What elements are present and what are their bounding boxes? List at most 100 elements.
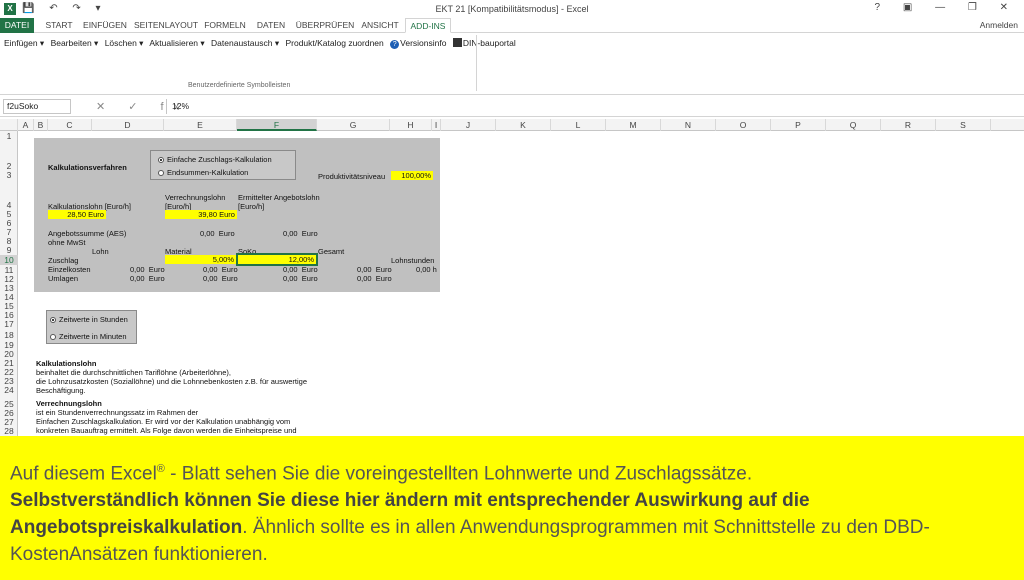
caption-part: - Blatt sehen Sie die voreingestellten L… (164, 463, 753, 485)
formula-bar: f2uSoko ✕ ✓ fx 12% (0, 97, 1024, 117)
einzelkosten-lohn: 0,00 Euro (130, 265, 165, 274)
col-header[interactable]: M (606, 119, 661, 131)
radio-endsummenkalkulation[interactable]: Endsummen-Kalkulation (158, 168, 248, 177)
radio-selected-icon (158, 157, 164, 163)
select-all[interactable] (0, 119, 18, 131)
col-header[interactable]: N (661, 119, 716, 131)
tab-add-ins[interactable]: ADD-INS (405, 18, 451, 33)
note-line: Einfachen Zuschlagskalkulation. Er wird … (36, 417, 291, 426)
bearbeiten-menu[interactable]: Bearbeiten ▾ (51, 38, 99, 48)
col-header[interactable]: B (34, 119, 48, 131)
ribbon-separator (476, 35, 477, 91)
row-header[interactable]: 28 (0, 426, 18, 436)
unit: Euro (301, 229, 318, 238)
tab-formeln[interactable]: FORMELN (203, 18, 247, 33)
note-line: konkreten Bauauftrag ermittelt. Als Folg… (36, 426, 297, 435)
loeschen-menu[interactable]: Löschen ▾ (105, 38, 144, 48)
row-header[interactable]: 18 (0, 330, 18, 340)
unit: Euro (148, 274, 165, 283)
radio-zuschlagskalkulation[interactable]: Einfache Zuschlags-Kalkulation (158, 155, 272, 164)
col-header[interactable]: L (551, 119, 606, 131)
col-header[interactable]: Q (826, 119, 881, 131)
amount: 0,00 (130, 265, 145, 274)
einzelkosten-gesamt: 0,00 Euro (357, 265, 392, 274)
radio-label: Zeitwerte in Minuten (59, 332, 127, 341)
col-header[interactable]: R (881, 119, 936, 131)
col-header[interactable]: S (936, 119, 991, 131)
row-header[interactable]: 3 (0, 170, 18, 180)
col-header[interactable]: I (432, 119, 441, 131)
tab-ansicht[interactable]: ANSICHT (359, 18, 401, 33)
din-bauportal-button[interactable]: DIN-bauportal (463, 38, 516, 48)
col-header[interactable]: D (92, 119, 164, 131)
row-header[interactable]: 9 (0, 245, 18, 255)
tab-ueberpruefen[interactable]: ÜBERPRÜFEN (295, 18, 355, 33)
unit: Euro (301, 274, 318, 283)
radio-selected-icon (50, 317, 56, 323)
umlagen-gesamt: 0,00 Euro (357, 274, 392, 283)
caption-overlay: Auf diesem Excel® - Blatt sehen Sie die … (0, 436, 1024, 580)
col-header[interactable]: J (441, 119, 496, 131)
aes-sub-label: ohne MwSt (48, 238, 86, 247)
radio-label: Zeitwerte in Stunden (59, 315, 128, 324)
help-icon: ? (390, 40, 400, 49)
row-header[interactable]: 17 (0, 319, 18, 329)
din-logo-icon (452, 38, 462, 47)
registered-mark: ® (156, 463, 165, 475)
amount: 0,00 (283, 274, 298, 283)
unit: Euro (148, 265, 165, 274)
amount: 0,00 (130, 274, 145, 283)
row-header[interactable]: 1 (0, 131, 18, 141)
amount: 0,00 (283, 265, 298, 274)
hdr-lohnstunden: Lohnstunden (391, 256, 435, 265)
unit: Euro (375, 265, 392, 274)
col-header[interactable]: H (390, 119, 432, 131)
versionsinfo-button[interactable]: Versionsinfo (400, 38, 446, 48)
caption-text: Auf diesem Excel® - Blatt sehen Sie die … (10, 456, 1014, 568)
formula-input[interactable]: 12% (166, 99, 1018, 114)
custom-toolbar: Einfügen ▾ Bearbeiten ▾ Löschen ▾ Aktual… (4, 38, 520, 49)
kalkulationslohn-value: 28,50 (67, 210, 86, 219)
row-header[interactable]: 10 (0, 255, 18, 265)
kalkulationsverfahren-heading: Kalkulationsverfahren (48, 163, 127, 172)
radio-zeitwerte-minuten[interactable]: Zeitwerte in Minuten (50, 332, 127, 341)
verrechnungslohn-input[interactable]: 39,80 Euro (165, 210, 237, 219)
row-header[interactable]: 24 (0, 385, 18, 395)
col-header[interactable]: O (716, 119, 771, 131)
tab-seitenlayout[interactable]: SEITENLAYOUT (134, 18, 198, 33)
datenaustausch-menu[interactable]: Datenaustausch ▾ (211, 38, 279, 48)
zuschlag-material-input[interactable]: 5,00% (165, 255, 236, 264)
title-bar: X 💾 ↶ ↷ ▾ EKT 21 [Kompatibilitätsmodus] … (0, 0, 1024, 18)
col-header[interactable]: A (18, 119, 34, 131)
tab-datei[interactable]: DATEI (0, 18, 34, 33)
amount: 0,00 (357, 265, 372, 274)
produktivitaet-value[interactable]: 100,00% (391, 171, 433, 180)
amount: 0,00 (357, 274, 372, 283)
kalkulationslohn-input[interactable]: 28,50 Euro (48, 210, 106, 219)
col-header[interactable]: E (164, 119, 237, 131)
unit: Euro (375, 274, 392, 283)
aktualisieren-menu[interactable]: Aktualisieren ▾ (149, 38, 204, 48)
einfuegen-menu[interactable]: Einfügen ▾ (4, 38, 44, 48)
col-header[interactable]: C (48, 119, 92, 131)
zeitwerte-group: Zeitwerte in Stunden Zeitwerte in Minute… (46, 310, 137, 344)
radio-zeitwerte-stunden[interactable]: Zeitwerte in Stunden (50, 315, 128, 324)
col-header[interactable]: K (496, 119, 551, 131)
lohnstunden-value: 0,00 h (416, 265, 437, 274)
window-controls[interactable]: ? ▣ — ❐ ✕ (875, 2, 1018, 13)
col-header[interactable]: F (237, 119, 317, 131)
unit: Euro (301, 265, 318, 274)
ribbon: Einfügen ▾ Bearbeiten ▾ Löschen ▾ Aktual… (0, 33, 1024, 95)
verrechnungslohn-label: Verrechnungslohn (165, 193, 226, 202)
aes-amount: 0,00 (283, 229, 298, 238)
note-line: die Lohnzusatzkosten (Soziallöhne) und d… (36, 377, 308, 386)
zuschlag-soko-input[interactable]: 12,00% (236, 253, 318, 266)
tab-start[interactable]: START (40, 18, 78, 33)
name-box[interactable]: f2uSoko (3, 99, 71, 114)
sign-in-link[interactable]: Anmelden (980, 20, 1018, 30)
tab-einfuegen[interactable]: EINFÜGEN (82, 18, 128, 33)
col-header[interactable]: G (317, 119, 390, 131)
produkt-katalog-button[interactable]: Produkt/Katalog zuordnen (285, 38, 383, 48)
col-header[interactable]: P (771, 119, 826, 131)
tab-daten[interactable]: DATEN (252, 18, 290, 33)
